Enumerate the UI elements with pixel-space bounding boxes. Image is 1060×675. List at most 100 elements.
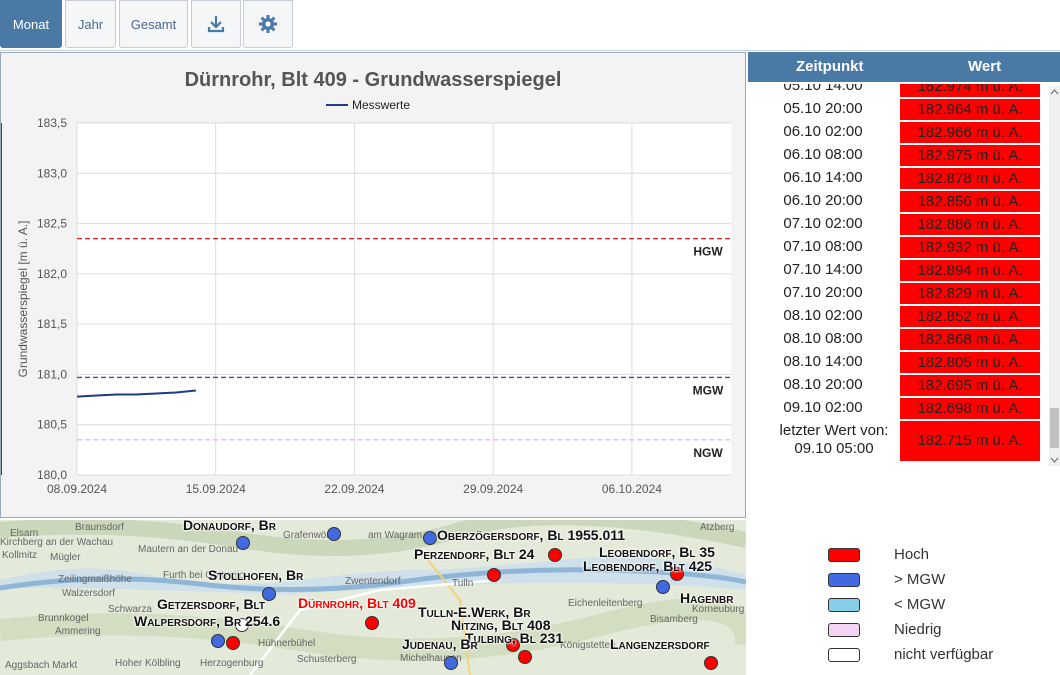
station-label[interactable]: Perzendorf, Blt 24 [414, 546, 534, 562]
station-label[interactable]: Langenzersdorf [610, 636, 710, 652]
map-town: Tulln [452, 578, 474, 589]
map-legend: Hoch > MGW < MGW Niedrig nicht verfügbar [748, 520, 1060, 675]
header-zeitpunkt: Zeitpunkt [796, 58, 864, 75]
legend-swatch [828, 648, 860, 662]
last-value-time: 09.10 05:00 [794, 440, 874, 457]
y-axis-label: Grundwasserspiegel [m ü. A.] [16, 221, 30, 378]
row-value: 182.868 m ü. A. [900, 329, 1040, 350]
station-marker[interactable] [226, 636, 240, 650]
row-value: 182.964 m ü. A. [900, 99, 1040, 120]
map-town: Kirchberg an der Wachau [0, 537, 114, 548]
tab-monat[interactable]: Monat [0, 0, 62, 48]
station-label[interactable]: Tulbing, Bl 231 [465, 630, 563, 646]
tab-jahr[interactable]: Jahr [65, 0, 116, 48]
station-label[interactable]: Judenau, Br [402, 636, 478, 652]
station-marker[interactable] [656, 580, 670, 594]
row-time: 05.10 20:00 [783, 100, 863, 117]
x-tick-label: 08.09.2024 [47, 482, 107, 496]
table-row: 08.10 20:00 182.695 m ü. A. [748, 374, 1048, 397]
table-row: 07.10 02:00 182.886 m ü. A. [748, 213, 1048, 236]
x-tick-label: 22.09.2024 [324, 482, 384, 496]
station-label[interactable]: Leobendorf, Blt 425 [583, 558, 712, 574]
legend-swatch [828, 573, 860, 587]
row-time: 08.10 02:00 [783, 307, 863, 324]
station-label[interactable]: Donaudorf, Br [183, 520, 276, 533]
download-button[interactable] [191, 0, 241, 48]
table-row: 07.10 08:00 182.932 m ü. A. [748, 236, 1048, 259]
station-marker[interactable] [704, 656, 718, 670]
row-value: 182.886 m ü. A. [900, 214, 1040, 235]
table-row: 08.10 08:00 182.868 m ü. A. [748, 328, 1048, 351]
row-value: 182.805 m ü. A. [900, 352, 1040, 373]
station-label[interactable]: Oberzögersdorf, Bl 1955.011 [437, 527, 625, 543]
gear-icon [259, 15, 277, 33]
row-value: 182.829 m ü. A. [900, 283, 1040, 304]
map-town: Königstetten [560, 640, 616, 651]
row-value: 182.894 m ü. A. [900, 260, 1040, 281]
y-tick-label: 180,0 [37, 468, 67, 482]
download-icon [207, 16, 225, 33]
station-label[interactable]: Getzersdorf, Blt [157, 596, 265, 612]
station-label[interactable]: Stollhofen, Br [208, 567, 303, 583]
table-row: 06.10 02:00 182.966 m ü. A. [748, 121, 1048, 144]
row-time: 08.10 20:00 [783, 376, 863, 393]
row-time: 07.10 02:00 [783, 215, 863, 232]
row-time: 06.10 02:00 [783, 123, 863, 140]
table-scrollbar[interactable] [1049, 86, 1060, 466]
map-town: Kollmitz [2, 550, 38, 561]
x-tick-label: 06.10.2024 [602, 482, 662, 496]
station-map[interactable]: Braunsdorf Elsarn Kollmitz Mügler Mauter… [0, 520, 746, 675]
station-marker[interactable] [444, 656, 458, 670]
map-town: Mügler [50, 552, 81, 563]
y-tick-label: 182,0 [37, 267, 67, 281]
chart-panel: Dürnrohr, Blt 409 - Grundwasserspiegel M… [0, 42, 746, 518]
row-time: 07.10 14:00 [783, 261, 863, 278]
station-marker[interactable] [365, 616, 379, 630]
legend-swatch [828, 548, 860, 562]
table-row: 09.10 02:00 182.698 m ü. A. [748, 397, 1048, 420]
table-row: 05.10 14:00 182.974 m ü. A. [748, 84, 1048, 98]
station-marker[interactable] [518, 650, 532, 664]
row-time: 06.10 20:00 [783, 192, 863, 209]
y-tick-label: 181,5 [37, 317, 67, 331]
row-time: 07.10 08:00 [783, 238, 863, 255]
station-label[interactable]: Hagenbr [680, 590, 733, 606]
map-town: Schusterberg [297, 654, 357, 665]
station-label[interactable]: Walpersdorf, Br 254.6 [134, 613, 280, 629]
station-marker[interactable] [236, 536, 250, 550]
row-time: 08.10 14:00 [783, 353, 863, 370]
station-marker[interactable] [327, 527, 341, 541]
plot-area [77, 123, 731, 475]
table-row: 08.10 14:00 182.805 m ü. A. [748, 351, 1048, 374]
station-marker[interactable] [487, 568, 501, 582]
table-row: 08.10 02:00 182.852 m ü. A. [748, 305, 1048, 328]
row-value: 182.966 m ü. A. [900, 122, 1040, 143]
y-tick-label: 180,5 [37, 418, 67, 432]
last-value-row: letzter Wert von: 09.10 05:00 182.715 m ü.… [748, 420, 1048, 462]
map-town: Walzersdorf [62, 588, 115, 599]
scroll-up-icon[interactable] [1049, 88, 1060, 96]
map-town: Ammering [55, 626, 101, 637]
current-time-label: aktuell 08:10 [1, 53, 37, 56]
station-marker[interactable] [211, 634, 225, 648]
scroll-down-icon[interactable] [1049, 456, 1060, 464]
legend-label: > MGW [894, 571, 946, 588]
table-row: 05.10 20:00 182.964 m ü. A. [748, 98, 1048, 121]
row-time: 09.10 02:00 [783, 399, 863, 416]
row-time: 06.10 14:00 [783, 169, 863, 186]
top-toolbar: Monat Jahr Gesamt [0, 0, 1060, 51]
legend-label: Hoch [894, 546, 930, 563]
row-time: 07.10 20:00 [783, 284, 863, 301]
groundwater-chart: Dürnrohr, Blt 409 - Grundwasserspiegel M… [0, 42, 731, 496]
values-table: Zeitpunkt Wert 05.10 14:00 182.974 m ü. A… [748, 52, 1060, 466]
settings-button[interactable] [243, 0, 293, 48]
station-marker[interactable] [423, 531, 437, 545]
last-value: 182.715 m ü. A. [900, 421, 1040, 461]
station-marker[interactable] [548, 548, 562, 562]
x-tick-label: 29.09.2024 [463, 482, 523, 496]
map-town: Hühnerbühel [258, 638, 316, 649]
station-label-selected[interactable]: Dürnrohr, Blt 409 [298, 595, 416, 611]
scrollbar-thumb[interactable] [1050, 408, 1059, 448]
table-body[interactable]: 05.10 14:00 182.974 m ü. A. 05.10 20:00 182… [748, 84, 1048, 466]
tab-gesamt[interactable]: Gesamt [119, 0, 188, 48]
